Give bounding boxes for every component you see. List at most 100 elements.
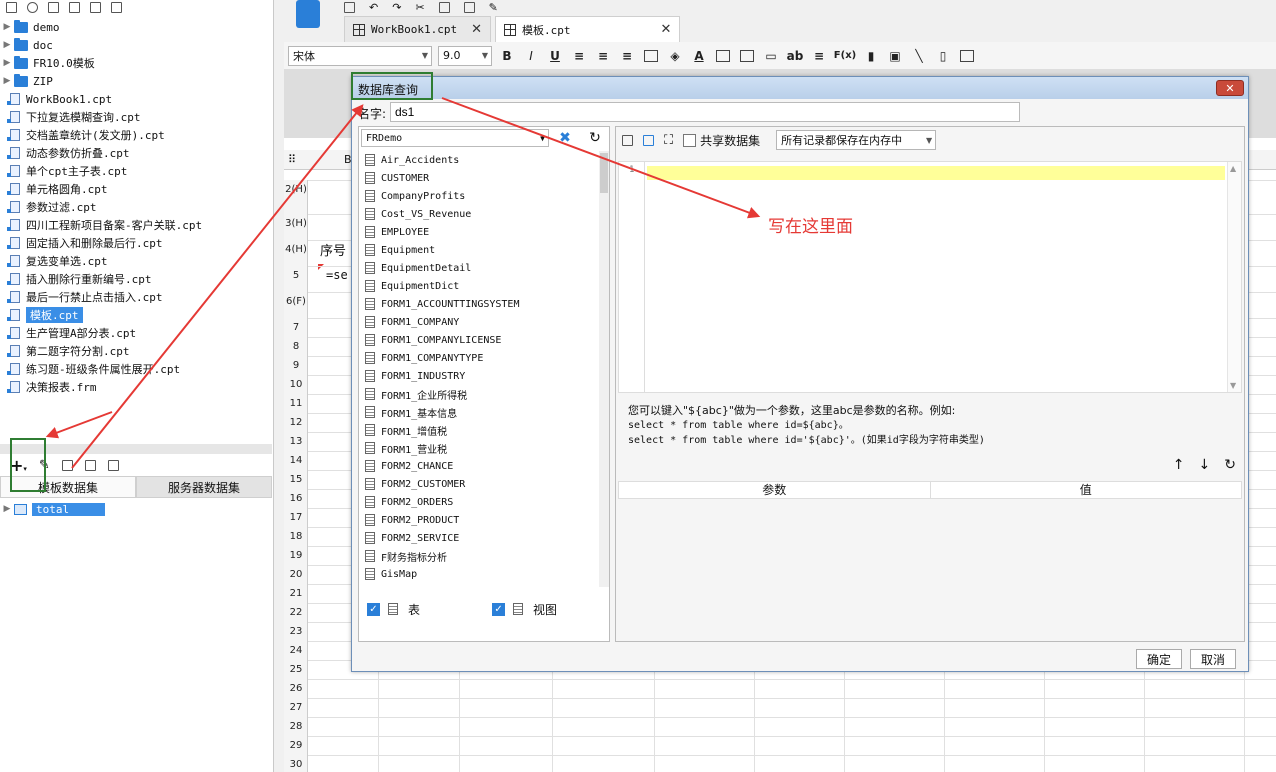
trash-icon[interactable] xyxy=(61,459,73,471)
file-item[interactable]: 练习题-班级条件属性展开.cpt xyxy=(0,360,270,378)
formula-button[interactable]: F(x) xyxy=(834,47,856,65)
param-table[interactable] xyxy=(618,499,1242,639)
table-item[interactable]: Cost_VS_Revenue xyxy=(361,205,597,223)
file-item[interactable]: 单元格圆角.cpt xyxy=(0,180,270,198)
move-up-icon[interactable]: ↑ xyxy=(1173,457,1185,473)
file-item[interactable]: 决策报表.frm xyxy=(0,378,270,396)
new-folder-icon[interactable] xyxy=(6,1,17,13)
row-number[interactable]: 28 xyxy=(284,721,308,732)
editor-scrollbar[interactable]: ▲ ▼ xyxy=(1227,162,1241,392)
file-item[interactable]: 生产管理A部分表.cpt xyxy=(0,324,270,342)
table-item[interactable]: FORM1_增值税 xyxy=(361,421,597,439)
list-scrollbar[interactable] xyxy=(599,151,609,587)
file-item[interactable]: 参数过滤.cpt xyxy=(0,198,270,216)
font-family-select[interactable]: 宋体 ▼ xyxy=(288,45,432,66)
copy-icon[interactable] xyxy=(111,1,122,13)
row-number[interactable]: 8 xyxy=(284,341,308,352)
file-item[interactable]: 最后一行禁止点击插入.cpt xyxy=(0,288,270,306)
table-item[interactable]: FORM2_PRODUCT xyxy=(361,511,597,529)
table-item[interactable]: F财务指标分析 xyxy=(361,547,597,565)
chart-icon[interactable]: ▮ xyxy=(862,47,880,65)
cell-seq[interactable]: 序号 xyxy=(320,240,346,259)
table-item[interactable]: FORM1_COMPANY xyxy=(361,313,597,331)
table-item[interactable]: EquipmentDetail xyxy=(361,259,597,277)
row-number[interactable]: 27 xyxy=(284,702,308,713)
connection-select[interactable]: FRDemo ▼ xyxy=(361,129,549,147)
folder-item[interactable]: ▶ doc xyxy=(0,36,270,54)
align-right-icon[interactable]: ≡ xyxy=(618,47,636,65)
file-item[interactable]: 固定插入和删除最后行.cpt xyxy=(0,234,270,252)
file-item[interactable]: 四川工程新项目备案-客户关联.cpt xyxy=(0,216,270,234)
row-number[interactable]: 7 xyxy=(284,322,308,333)
cache-mode-select[interactable]: 所有记录都保存在内存中 ▼ xyxy=(776,130,937,150)
file-item[interactable]: 模板.cpt xyxy=(0,306,270,324)
row-number[interactable]: 17 xyxy=(284,512,308,523)
table-item[interactable]: FORM1_基本信息 xyxy=(361,403,597,421)
row-number[interactable]: 3(H) xyxy=(284,218,308,229)
preview-icon[interactable] xyxy=(622,134,633,146)
expand-icon[interactable]: ▶ xyxy=(0,58,14,68)
close-tab-icon[interactable]: ✕ xyxy=(661,22,672,37)
table-item[interactable]: FORM1_COMPANYLICENSE xyxy=(361,331,597,349)
refresh-icon[interactable]: ↻ xyxy=(585,129,605,147)
expand-icon[interactable]: ▶ xyxy=(0,22,14,32)
font-size-select[interactable]: 9.0 ▼ xyxy=(438,45,492,66)
table-item[interactable]: FORM1_ACCOUNTTINGSYSTEM xyxy=(361,295,597,313)
refresh-params-icon[interactable]: ↻ xyxy=(1224,457,1236,473)
table-item[interactable]: FORM2_SERVICE xyxy=(361,529,597,547)
row-number[interactable]: 11 xyxy=(284,398,308,409)
tools-icon[interactable]: ✖ xyxy=(555,129,575,147)
merge-cells-icon[interactable] xyxy=(714,47,732,65)
text-ab-button[interactable]: ab xyxy=(786,47,804,65)
tab-template[interactable]: 模板.cpt ✕ xyxy=(495,16,681,42)
move-down-icon[interactable]: ↓ xyxy=(1199,457,1211,473)
table-item[interactable]: FORM1_INDUSTRY xyxy=(361,367,597,385)
expand-icon[interactable]: ▶ xyxy=(0,504,14,514)
row-number[interactable]: 12 xyxy=(284,417,308,428)
cell-formula[interactable]: =se xyxy=(326,268,348,282)
save-query-icon[interactable] xyxy=(643,134,654,146)
file-item[interactable]: 复选变单选.cpt xyxy=(0,252,270,270)
cancel-button[interactable]: 取消 xyxy=(1190,649,1237,669)
font-color-icon[interactable]: A xyxy=(690,47,708,65)
file-item[interactable]: 插入删除行重新编号.cpt xyxy=(0,270,270,288)
file-item[interactable]: 动态参数仿折叠.cpt xyxy=(0,144,270,162)
row-number[interactable]: 20 xyxy=(284,569,308,580)
dialog-titlebar[interactable]: 数据库查询 ✕ xyxy=(352,77,1248,99)
align-left-icon[interactable]: ≡ xyxy=(570,47,588,65)
row-number[interactable]: 14 xyxy=(284,455,308,466)
row-number[interactable]: 13 xyxy=(284,436,308,447)
row-number[interactable]: 2(H) xyxy=(284,184,308,195)
table-item[interactable]: FORM2_CUSTOMER xyxy=(361,475,597,493)
image-icon[interactable]: ▣ xyxy=(886,47,904,65)
table-item[interactable]: FORM2_ORDERS xyxy=(361,493,597,511)
table-item[interactable]: GisMap xyxy=(361,565,597,583)
row-number[interactable]: 18 xyxy=(284,531,308,542)
expand-icon[interactable]: ▶ xyxy=(0,40,14,50)
row-number[interactable]: 9 xyxy=(284,360,308,371)
file-item[interactable]: 交档盖章统计(发文册).cpt xyxy=(0,126,270,144)
align-center-icon[interactable]: ≡ xyxy=(594,47,612,65)
sql-editor[interactable]: 1 ▲ ▼ xyxy=(618,161,1242,393)
name-input[interactable] xyxy=(390,102,1020,122)
save-icon[interactable] xyxy=(344,1,355,13)
fullscreen-icon[interactable]: ⛶ xyxy=(664,133,673,148)
tab-server-dataset[interactable]: 服务器数据集 xyxy=(136,476,272,498)
table-item[interactable]: FORM1_营业税 xyxy=(361,439,597,457)
row-number[interactable]: 21 xyxy=(284,588,308,599)
close-button[interactable]: ✕ xyxy=(1216,80,1244,96)
file-item[interactable]: WorkBook1.cpt xyxy=(0,90,270,108)
redo-icon[interactable]: ↷ xyxy=(392,1,401,14)
tab-workbook1[interactable]: WorkBook1.cpt ✕ xyxy=(344,16,491,42)
expand-icon[interactable]: ▶ xyxy=(0,76,14,86)
row-number[interactable]: 15 xyxy=(284,474,308,485)
table-item[interactable]: Equipment xyxy=(361,241,597,259)
text-field-icon[interactable]: ▭ xyxy=(762,47,780,65)
format-painter-icon[interactable]: ✎ xyxy=(489,1,498,14)
split-cells-icon[interactable] xyxy=(738,47,756,65)
table-item[interactable]: EMPLOYEE xyxy=(361,223,597,241)
close-tab-icon[interactable]: ✕ xyxy=(471,22,482,37)
ok-button[interactable]: 确定 xyxy=(1136,649,1183,669)
row-number[interactable]: 6(F) xyxy=(284,296,308,307)
row-number[interactable]: 25 xyxy=(284,664,308,675)
